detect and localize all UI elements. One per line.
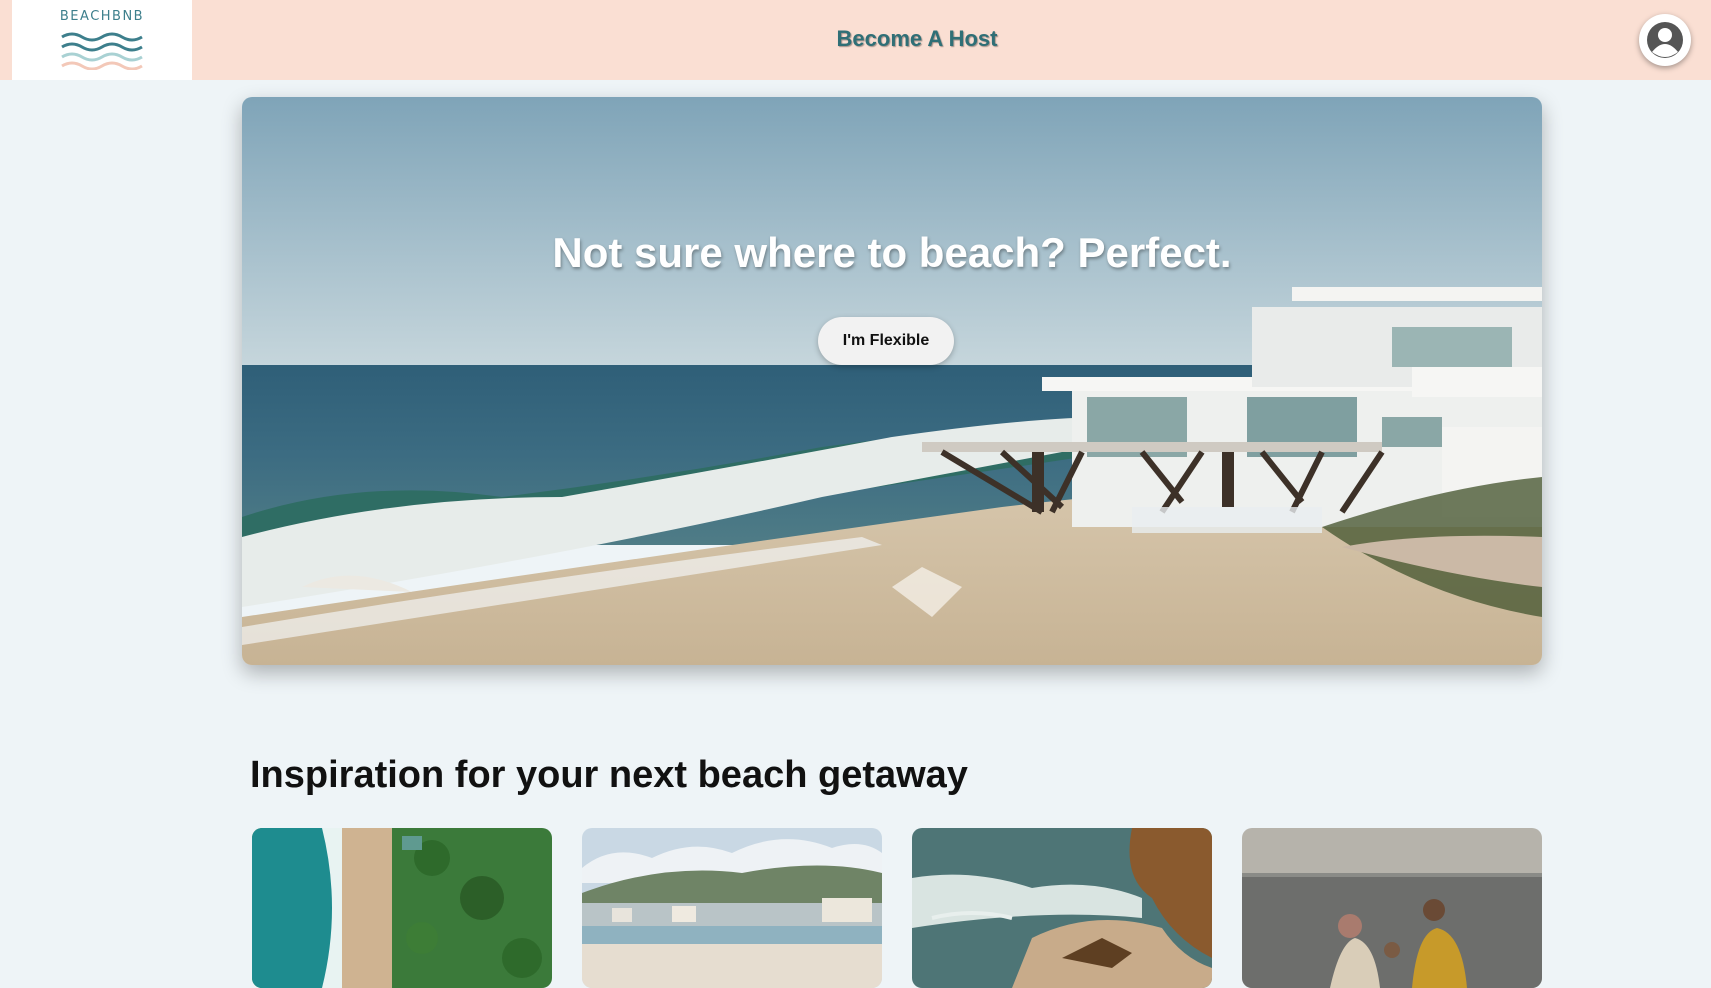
inspiration-card-rocky-shore[interactable] [912, 828, 1212, 988]
user-avatar-icon [1647, 22, 1683, 58]
im-flexible-button[interactable]: I'm Flexible [818, 317, 954, 365]
family-beach-image [1242, 828, 1542, 988]
top-header: BEACHBNB Become A Host [0, 0, 1711, 80]
inspiration-card-family-beach[interactable] [1242, 828, 1542, 988]
aerial-beach-image [252, 828, 552, 988]
hero-title: Not sure where to beach? Perfect. [552, 229, 1232, 276]
inspiration-card-aerial-beach[interactable] [252, 828, 552, 988]
beach-house-hero-image [242, 97, 1542, 665]
inspiration-heading: Inspiration for your next beach getaway [250, 754, 968, 796]
hero-banner: Not sure where to beach? Perfect. I'm Fl… [242, 97, 1542, 665]
rocky-shore-image [912, 828, 1212, 988]
become-a-host-link[interactable]: Become A Host [0, 26, 1711, 52]
logo-text: BEACHBNB [59, 9, 145, 24]
user-menu-button[interactable] [1639, 14, 1691, 66]
inspiration-card-coastal-town[interactable] [582, 828, 882, 988]
coastal-town-image [582, 828, 882, 988]
